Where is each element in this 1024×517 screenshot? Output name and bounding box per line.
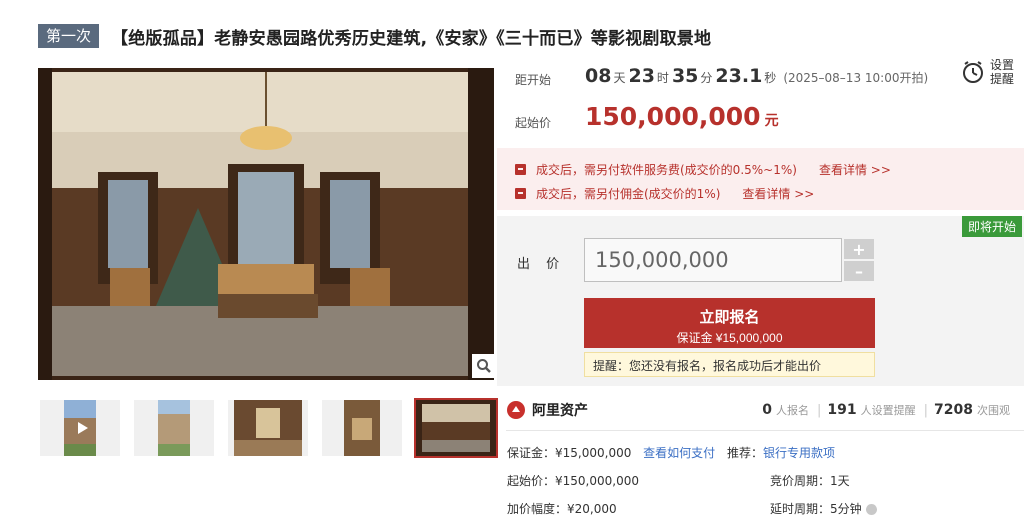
start-price-row: 起始价 150,000,000 元	[497, 98, 1024, 142]
stat-divider: |	[817, 403, 822, 418]
thumbnail-2[interactable]	[134, 400, 214, 456]
countdown-minutes: 35	[671, 65, 699, 87]
reminder-count: 191	[827, 402, 857, 418]
minutes-unit: 分	[700, 71, 713, 85]
increase-bid-button[interactable]: +	[844, 239, 874, 259]
status-badge: 即将开始	[961, 216, 1022, 237]
signup-label: 人报名	[776, 404, 810, 417]
thumbnail-5-selected[interactable]	[414, 398, 498, 458]
thumb-interior-3	[416, 400, 496, 456]
countdown-row: 距开始 08 天 23 时 35 分 23.1 秒 (2025–08–13 10…	[497, 55, 1024, 101]
commission-details-link[interactable]: 查看详情 >>	[742, 185, 814, 202]
how-to-pay-link[interactable]: 查看如何支付	[643, 446, 715, 460]
days-unit: 天	[613, 71, 626, 85]
org-name: 阿里资产	[532, 403, 588, 419]
view-count-label: 次围观	[977, 404, 1010, 417]
register-now-button[interactable]: 立即报名 保证金 ¥15,000,000	[584, 298, 875, 348]
increment-info: 加价幅度：¥20,000	[507, 502, 617, 516]
signup-count: 0	[762, 402, 773, 418]
page-title: 【绝版孤品】老静安愚园路优秀历史建筑,《安家》《三十而已》等影视剧取景地	[111, 28, 712, 49]
fee-details-link[interactable]: 查看详情 >>	[819, 161, 891, 178]
countdown-days: 08	[585, 65, 612, 87]
thumbnail-strip	[40, 398, 498, 458]
fee-notice-1: 成交后，需另付软件服务费(成交价的0.5%~1%) 查看详情 >>	[515, 161, 891, 178]
commission-notice-text: 成交后，需另付佣金(成交价的1%)	[536, 187, 721, 201]
start-price-unit: 元	[764, 113, 779, 129]
fee-notice-2: 成交后，需另付佣金(成交价的1%) 查看详情 >>	[515, 185, 814, 202]
reminder-line1: 设置	[990, 58, 1015, 72]
register-label: 立即报名	[699, 309, 760, 326]
hours-unit: 时	[656, 71, 669, 85]
org-row: 阿里资产 0 人报名 | 191 人设置提醒 | 7208 次围观	[506, 398, 1024, 426]
fee-notice-text: 成交后，需另付软件服务费(成交价的0.5%~1%)	[536, 163, 797, 177]
delay-period-info: 延时周期：5分钟	[770, 502, 862, 516]
countdown-timer: 08 天 23 时 35 分 23.1 秒 (2025–08–13 10:00开…	[585, 65, 928, 87]
seconds-unit: 秒	[764, 71, 777, 85]
decrease-bid-button[interactable]: –	[844, 261, 874, 281]
start-price-value: 150,000,000 元	[585, 102, 779, 131]
bank-payment-link[interactable]: 银行专用款项	[763, 446, 835, 460]
deposit-note: 保证金 ¥15,000,000	[676, 331, 783, 345]
thumbnail-4[interactable]	[322, 400, 402, 456]
play-icon	[78, 422, 88, 434]
thumb-exterior-2	[134, 400, 214, 456]
register-tip: 提醒：您还没有报名，报名成功后才能出价	[584, 352, 875, 377]
set-reminder-button[interactable]: 设置 提醒	[962, 56, 1024, 88]
org-logo[interactable]: 阿里资产	[506, 400, 588, 420]
magnifier-icon	[477, 359, 491, 373]
countdown-hours: 23	[628, 65, 655, 87]
recommend-label: 推荐：	[727, 446, 764, 460]
stats: 0 人报名 | 191 人设置提醒 | 7208 次围观	[762, 402, 1016, 418]
title-row: 第一次 【绝版孤品】老静安愚园路优秀历史建筑,《安家》《三十而已》等影视剧取景地	[38, 24, 712, 49]
reminder-count-label: 人设置提醒	[860, 404, 916, 417]
bid-label: 出 价	[517, 257, 566, 272]
gift-icon	[515, 188, 526, 199]
round-badge: 第一次	[38, 24, 100, 48]
fee-notice-box: 成交后，需另付软件服务费(成交价的0.5%~1%) 查看详情 >> 成交后，需另…	[497, 148, 1024, 210]
thumbnail-video[interactable]	[40, 400, 120, 456]
start-price-amount: 150,000,000	[585, 102, 761, 131]
deposit-line: 保证金：¥15,000,000 查看如何支付 推荐：银行专用款项	[507, 444, 835, 461]
countdown-label: 距开始	[515, 73, 552, 87]
zoom-button[interactable]	[472, 354, 496, 378]
start-price-info: 起始价：¥150,000,000	[507, 474, 639, 488]
interior-photo	[38, 68, 494, 380]
divider	[506, 430, 1024, 431]
reminder-line2: 提醒	[990, 72, 1015, 86]
help-icon[interactable]	[865, 504, 877, 515]
bid-amount-input[interactable]	[584, 238, 842, 282]
reminder-label: 设置 提醒	[990, 58, 1014, 86]
delay-period-row: 延时周期：5分钟	[770, 500, 877, 517]
main-photo[interactable]	[38, 68, 494, 380]
thumb-interior-2	[322, 400, 402, 456]
start-price-label: 起始价	[515, 116, 552, 130]
alarm-clock-icon	[963, 61, 983, 83]
countdown-seconds: 23.1	[715, 65, 763, 87]
thumb-interior-1	[228, 400, 308, 456]
gift-icon	[515, 164, 526, 175]
deposit-info: 保证金：¥15,000,000	[507, 446, 632, 460]
start-time-note: (2025–08–13 10:00开拍)	[783, 71, 929, 85]
view-count: 7208	[934, 402, 973, 418]
ali-asset-logo-icon	[507, 401, 525, 419]
bid-panel: 即将开始 出 价 + – 立即报名 保证金 ¥15,000,000 提醒：您还没…	[497, 216, 1024, 386]
thumbnail-3[interactable]	[228, 400, 308, 456]
bidding-cycle-info: 竞价周期：1天	[770, 474, 850, 488]
stat-divider: |	[923, 403, 929, 418]
